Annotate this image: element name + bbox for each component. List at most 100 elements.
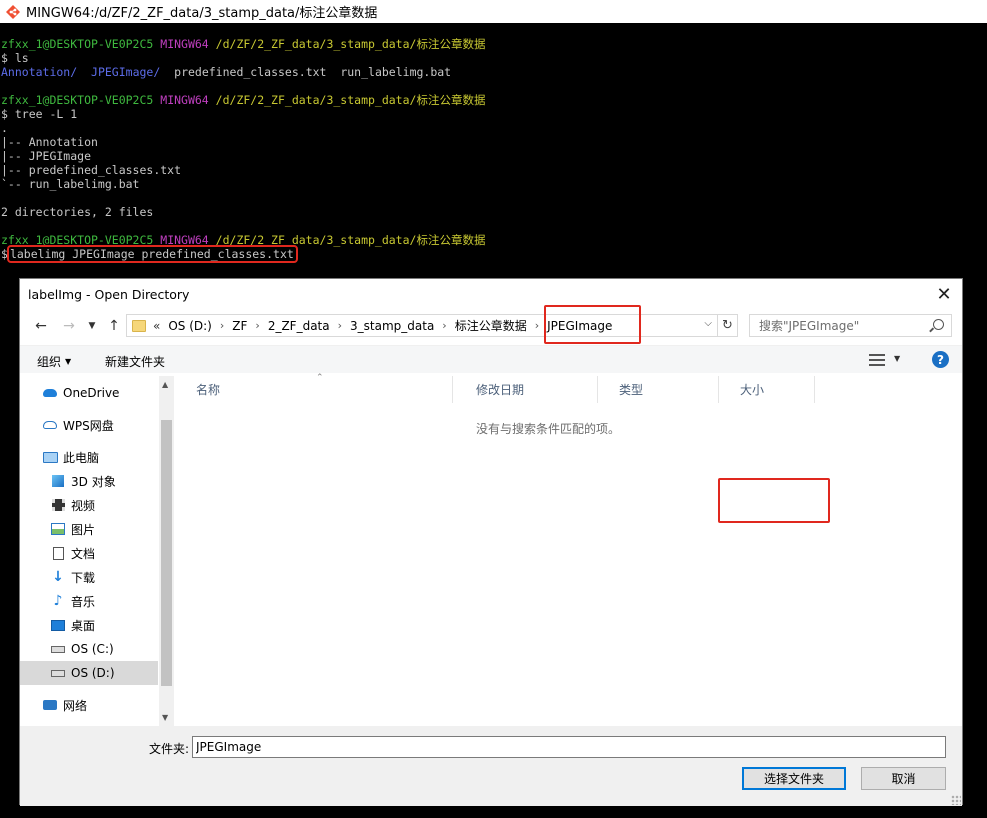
help-icon[interactable]: ? — [932, 351, 949, 368]
ls-file-classes: predefined_classes.txt — [174, 65, 327, 79]
scroll-down-icon[interactable]: ▼ — [162, 713, 168, 722]
terminal-titlebar: MINGW64:/d/ZF/2_ZF_data/3_stamp_data/标注公… — [0, 0, 987, 23]
close-icon[interactable]: ✕ — [930, 281, 958, 307]
breadcrumb-os-d[interactable]: OS (D:) — [168, 319, 212, 333]
prompt-user: zfxx_1@DESKTOP-VE0P2C5 — [1, 37, 154, 51]
column-header-size[interactable]: 大小 — [722, 376, 815, 403]
breadcrumb-2-zf-data[interactable]: 2_ZF_data — [268, 319, 330, 333]
sidebar-item-label: OS (C:) — [71, 642, 114, 656]
breadcrumb-separator[interactable]: › — [442, 319, 446, 332]
breadcrumb-overflow[interactable]: « — [153, 319, 160, 333]
forward-arrow-icon[interactable]: → — [58, 315, 80, 337]
scroll-up-icon[interactable]: ▲ — [162, 380, 168, 389]
navigation-pane: OneDrive WPS网盘 此电脑 3D 对象 视频 图片 文档 ↓ 下载 ♪… — [20, 376, 174, 726]
chevron-down-icon: ▼ — [65, 357, 72, 366]
onedrive-icon — [42, 386, 58, 400]
sidebar-item-label: 此电脑 — [63, 450, 100, 465]
empty-results-message: 没有与搜索条件匹配的项。 — [475, 422, 620, 436]
prompt-line: zfxx_1@DESKTOP-VE0P2C5 MINGW64 /d/ZF/2_Z… — [1, 93, 485, 107]
ls-dir-jpegimage: JPEGImage/ — [91, 65, 161, 79]
prompt-user: zfxx_1@DESKTOP-VE0P2C5 — [1, 93, 154, 107]
back-arrow-icon[interactable]: ← — [30, 315, 52, 337]
sidebar-item-label: 图片 — [71, 522, 96, 537]
pictures-icon — [50, 522, 66, 536]
column-header-modified[interactable]: 修改日期 — [458, 376, 598, 403]
command-tree: $ tree -L 1 — [1, 107, 78, 121]
folder-icon — [132, 319, 146, 332]
sidebar-item-label: 3D 对象 — [71, 474, 116, 489]
dialog-titlebar[interactable]: labelImg - Open Directory ✕ — [20, 279, 962, 309]
highlight-box-select-button — [718, 478, 830, 523]
sidebar-item-drive-d[interactable]: OS (D:) — [20, 661, 158, 685]
breadcrumb-separator[interactable]: › — [255, 319, 259, 332]
breadcrumb-zf[interactable]: ZF — [232, 319, 247, 333]
new-folder-button[interactable]: 新建文件夹 — [105, 353, 165, 370]
prompt-path: /d/ZF/2_ZF_data/3_stamp_data/标注公章数据 — [215, 93, 486, 107]
tree-line: |-- JPEGImage — [1, 149, 92, 163]
recent-locations-chevron-icon[interactable]: ▼ — [84, 315, 100, 337]
prompt-path: /d/ZF/2_ZF_data/3_stamp_data/标注公章数据 — [215, 233, 486, 247]
prompt-user: zfxx_1@DESKTOP-VE0P2C5 — [1, 233, 154, 247]
breadcrumb-3-stamp-data[interactable]: 3_stamp_data — [350, 319, 434, 333]
file-list-pane[interactable]: ⌃ 名称 修改日期 类型 大小 没有与搜索条件匹配的项。 — [178, 373, 962, 726]
sidebar-item-label: 视频 — [71, 498, 96, 513]
terminal-output: zfxx_1@DESKTOP-VE0P2C5 MINGW64 /d/ZF/2_Z… — [1, 37, 485, 263]
tree-root: . — [1, 121, 8, 135]
select-folder-button[interactable]: 选择文件夹 — [742, 767, 846, 790]
computer-icon — [42, 450, 58, 464]
tree-line: |-- Annotation — [1, 135, 98, 149]
ls-dir-annotation: Annotation/ — [1, 65, 78, 79]
sidebar-item-label: 音乐 — [71, 594, 96, 609]
prompt-line: zfxx_1@DESKTOP-VE0P2C5 MINGW64 /d/ZF/2_Z… — [1, 233, 485, 247]
navigation-scrollbar[interactable]: ▲ ▼ — [159, 376, 174, 726]
breadcrumb-separator[interactable]: › — [535, 319, 539, 332]
column-header-name[interactable]: 名称 — [178, 376, 453, 403]
documents-icon — [50, 546, 66, 560]
column-label: 类型 — [619, 383, 644, 397]
ls-file-bat: run_labelimg.bat — [340, 65, 452, 79]
sidebar-item-label: OS (D:) — [71, 666, 115, 680]
sidebar-item-label: WPS网盘 — [63, 418, 114, 433]
prompt-line: zfxx_1@DESKTOP-VE0P2C5 MINGW64 /d/ZF/2_Z… — [1, 37, 485, 51]
prompt-path: /d/ZF/2_ZF_data/3_stamp_data/标注公章数据 — [215, 37, 486, 51]
address-dropdown-chevron-icon[interactable]: ⌵ — [704, 318, 712, 329]
tree-line: `-- run_labelimg.bat — [1, 177, 140, 191]
breadcrumb-separator[interactable]: › — [338, 319, 342, 332]
download-icon: ↓ — [52, 569, 64, 585]
dialog-footer: 文件夹: 选择文件夹 取消 — [20, 726, 962, 806]
breadcrumb-stamp-annotation[interactable]: 标注公章数据 — [455, 317, 527, 334]
view-chevron-down-icon[interactable]: ▼ — [894, 354, 900, 363]
prompt-shell: MINGW64 — [160, 37, 209, 51]
scrollbar-thumb[interactable] — [161, 420, 172, 686]
open-directory-dialog[interactable]: labelImg - Open Directory ✕ ← → ▼ ↑ « OS… — [19, 278, 963, 806]
cancel-button[interactable]: 取消 — [861, 767, 946, 790]
resize-grip-icon[interactable] — [951, 795, 961, 805]
prompt-symbol: $ — [1, 247, 8, 261]
music-icon: ♪ — [53, 593, 63, 609]
up-arrow-icon[interactable]: ↑ — [103, 315, 125, 337]
prompt-shell: MINGW64 — [160, 233, 209, 247]
3d-objects-icon — [50, 474, 66, 488]
refresh-icon[interactable]: ↻ — [718, 314, 738, 337]
sidebar-item-label: 桌面 — [71, 618, 96, 633]
search-box[interactable] — [749, 314, 952, 337]
highlight-box-address — [544, 305, 641, 344]
drive-icon — [50, 666, 66, 680]
column-header-type[interactable]: 类型 — [601, 376, 719, 403]
organize-menu[interactable]: 组织 ▼ — [37, 353, 71, 370]
column-label: 修改日期 — [476, 383, 525, 397]
network-icon — [42, 698, 58, 712]
command-labelimg: labelimg JPEGImage predefined_classes.tx… — [6, 245, 298, 263]
tree-line: |-- predefined_classes.txt — [1, 163, 182, 177]
sidebar-item-label: OneDrive — [63, 386, 120, 400]
git-bash-icon — [6, 4, 20, 19]
command-ls: $ ls — [1, 51, 29, 65]
search-input[interactable] — [750, 318, 925, 333]
desktop-icon — [50, 618, 66, 632]
folder-name-input[interactable] — [192, 736, 946, 758]
folder-label: 文件夹: — [149, 742, 190, 756]
search-icon[interactable] — [933, 319, 944, 330]
view-options-icon[interactable] — [869, 354, 885, 366]
breadcrumb-separator[interactable]: › — [220, 319, 224, 332]
